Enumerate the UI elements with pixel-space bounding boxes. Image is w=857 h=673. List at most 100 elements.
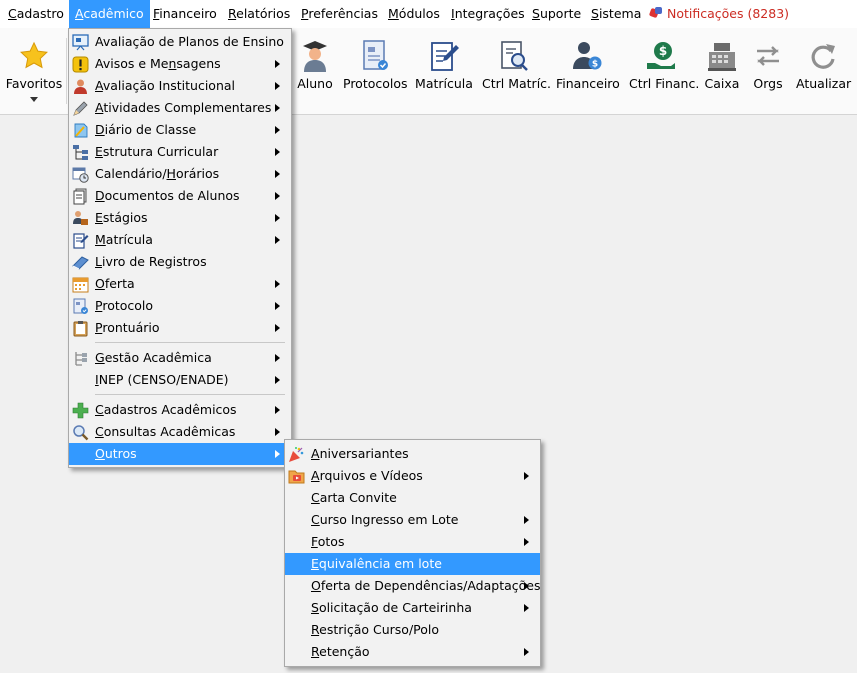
menu-sistema[interactable]: Sistema <box>585 0 647 28</box>
refresh-icon <box>796 38 850 74</box>
ctrl-financ-label: Ctrl Financ. <box>629 76 700 91</box>
menu-bar: Cadastro Acadêmico Financeiro Relatórios… <box>0 0 857 28</box>
menu-item-aniversariantes[interactable]: Aniversariantes <box>285 443 540 465</box>
ctrl-matric-button[interactable]: Ctrl Matríc. <box>482 38 551 108</box>
menu-academico[interactable]: Acadêmico <box>69 0 150 28</box>
menu-item-calendario-horarios[interactable]: Calendário/Horários <box>69 163 291 185</box>
document-check-icon <box>72 298 89 315</box>
menu-suporte[interactable]: Suporte <box>526 0 587 28</box>
outros-submenu: Aniversariantes Arquivos e Vídeos Carta … <box>284 439 541 667</box>
academico-dropdown: Avaliação de Planos de Ensino Avisos e M… <box>68 28 292 468</box>
worker-icon <box>72 210 89 227</box>
document-search-icon <box>482 38 546 74</box>
svg-text:$: $ <box>592 60 598 70</box>
magnifier-icon <box>72 424 89 441</box>
menu-item-diario-classe[interactable]: Diário de Classe <box>69 119 291 141</box>
chevron-right-icon <box>524 582 529 590</box>
presentation-board-icon <box>72 34 89 51</box>
menu-item-arquivos-videos[interactable]: Arquivos e Vídeos <box>285 465 540 487</box>
menu-item-avisos-mensagens[interactable]: Avisos e Mensagens <box>69 53 291 75</box>
matricula-button[interactable]: Matrícula <box>414 38 474 108</box>
menu-item-curso-ingresso-lote[interactable]: Curso Ingresso em Lote <box>285 509 540 531</box>
menu-item-protocolo[interactable]: Protocolo <box>69 295 291 317</box>
menu-item-solicitacao-carteirinha[interactable]: Solicitação de Carteirinha <box>285 597 540 619</box>
menu-item-restricao-curso-polo[interactable]: Restrição Curso/Polo <box>285 619 540 641</box>
menu-item-estrutura-curricular[interactable]: Estrutura Curricular <box>69 141 291 163</box>
cash-register-icon <box>703 38 741 74</box>
menu-item-livro-registros[interactable]: Livro de Registros <box>69 251 291 273</box>
menu-item-avaliacao-institucional[interactable]: Avaliação Institucional <box>69 75 291 97</box>
notifications-link[interactable]: Notificações (8283) <box>648 0 789 28</box>
chevron-right-icon <box>275 280 280 288</box>
chevron-right-icon <box>275 126 280 134</box>
book-icon <box>72 254 89 271</box>
chevron-right-icon <box>524 516 529 524</box>
aluno-label: Aluno <box>297 76 333 91</box>
caixa-button[interactable]: Caixa <box>703 38 741 108</box>
menu-item-equivalencia-lote[interactable]: Equivalência em lote <box>285 553 540 575</box>
svg-text:$: $ <box>659 44 667 58</box>
menu-separator <box>95 342 285 343</box>
documents-icon <box>72 188 89 205</box>
swap-arrows-icon <box>751 38 785 74</box>
menu-item-carta-convite[interactable]: Carta Convite <box>285 487 540 509</box>
chevron-right-icon <box>275 236 280 244</box>
menu-item-documentos-alunos[interactable]: Documentos de Alunos <box>69 185 291 207</box>
chevron-right-icon <box>524 538 529 546</box>
menu-item-inep[interactable]: INEP (CENSO/ENADE) <box>69 369 291 391</box>
aluno-button[interactable]: Aluno <box>293 38 337 108</box>
student-icon <box>293 38 337 74</box>
caixa-label: Caixa <box>704 76 740 91</box>
financeiro-button[interactable]: $ Financeiro <box>556 38 620 108</box>
menu-item-avaliacao-planos[interactable]: Avaliação de Planos de Ensino <box>69 31 291 53</box>
menu-item-prontuario[interactable]: Prontuário <box>69 317 291 339</box>
edit-document-icon <box>414 38 474 74</box>
menu-item-oferta-dependencias[interactable]: Oferta de Dependências/Adaptações <box>285 575 541 597</box>
menu-separator <box>95 394 285 395</box>
menu-relatorios[interactable]: Relatórios <box>222 0 296 28</box>
chevron-right-icon <box>275 354 280 362</box>
menu-item-atividades-complementares[interactable]: Atividades Complementares <box>69 97 291 119</box>
menu-item-outros[interactable]: Outros <box>69 443 291 465</box>
star-icon <box>4 38 64 74</box>
chevron-right-icon <box>275 324 280 332</box>
menu-preferencias[interactable]: Preferências <box>295 0 384 28</box>
menu-item-fotos[interactable]: Fotos <box>285 531 540 553</box>
chevron-right-icon <box>524 472 529 480</box>
menu-item-oferta[interactable]: Oferta <box>69 273 291 295</box>
menu-modulos[interactable]: Módulos <box>382 0 446 28</box>
menu-item-gestao-academica[interactable]: Gestão Acadêmica <box>69 347 291 369</box>
edit-document-icon <box>72 232 89 249</box>
menu-item-consultas-academicas[interactable]: Consultas Acadêmicas <box>69 421 291 443</box>
menu-cadastro[interactable]: Cadastro <box>2 0 70 28</box>
chevron-right-icon <box>275 450 280 458</box>
menu-item-matricula[interactable]: Matrícula <box>69 229 291 251</box>
menu-item-retencao[interactable]: Retenção <box>285 641 540 663</box>
chevron-right-icon <box>524 604 529 612</box>
menu-integracoes[interactable]: Integrações <box>445 0 531 28</box>
hierarchy-icon <box>72 144 89 161</box>
orgs-button[interactable]: Orgs <box>751 38 785 108</box>
menu-item-cadastros-academicos[interactable]: Cadastros Acadêmicos <box>69 399 291 421</box>
chevron-down-icon <box>30 97 38 102</box>
chevron-right-icon <box>275 192 280 200</box>
favoritos-button[interactable]: Favoritos <box>4 38 64 108</box>
chevron-right-icon <box>275 60 280 68</box>
protocolos-label: Protocolos <box>343 76 408 91</box>
atualizar-button[interactable]: Atualizar <box>796 38 851 108</box>
calendar-icon <box>72 276 89 293</box>
ctrl-financ-button[interactable]: $ Ctrl Financ. <box>629 38 700 108</box>
favoritos-label: Favoritos <box>5 76 63 91</box>
menu-financeiro[interactable]: Financeiro <box>147 0 223 28</box>
chevron-right-icon <box>275 148 280 156</box>
protocolos-button[interactable]: Protocolos <box>343 38 408 108</box>
calendar-clock-icon <box>72 166 89 183</box>
clipboard-icon <box>72 320 89 337</box>
party-popper-icon <box>288 446 305 463</box>
pencil-icon <box>72 100 89 117</box>
matricula-label: Matrícula <box>415 76 473 91</box>
chevron-right-icon <box>275 214 280 222</box>
menu-item-estagios[interactable]: Estágios <box>69 207 291 229</box>
warning-icon <box>72 56 89 73</box>
chevron-right-icon <box>275 170 280 178</box>
